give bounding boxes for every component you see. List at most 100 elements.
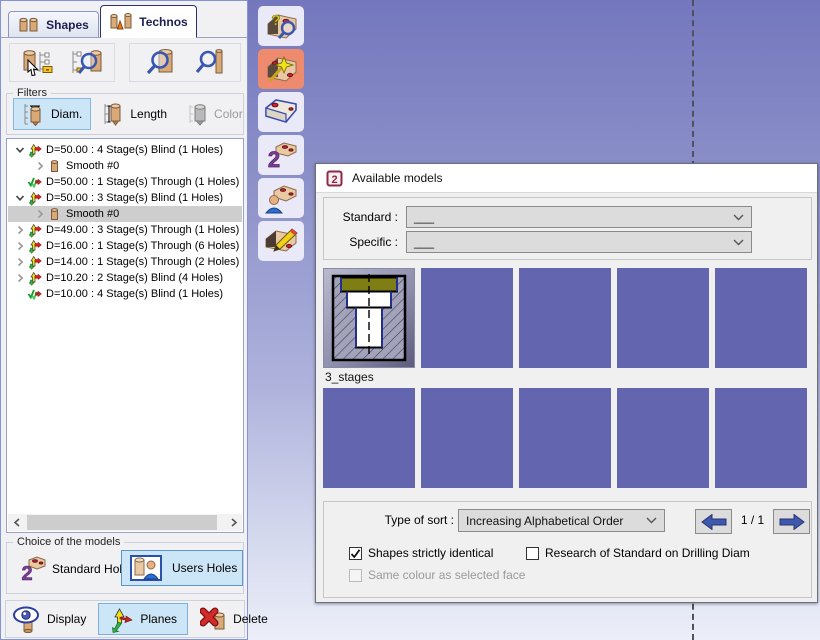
holes-tree: D=50.00 : 4 Stage(s) Blind (1 Holes) Smo…	[6, 138, 244, 533]
select-hole-button[interactable]	[16, 47, 58, 79]
shapes-identical-checkbox[interactable]: Shapes strictly identical	[349, 546, 493, 560]
tree-row[interactable]: Smooth #0	[8, 158, 242, 174]
tree-row-label: D=16.00 : 1 Stage(s) Through (6 Holes)	[44, 240, 239, 252]
standard-holes-button[interactable]: 2 Standard Holes	[13, 552, 139, 586]
actions-bar: Display Planes Delete	[5, 600, 245, 638]
chevron-down-icon	[646, 517, 657, 524]
model-cell-empty[interactable]	[617, 388, 709, 488]
standard-2-block-icon: 2	[262, 139, 300, 171]
hole-axis-icon	[27, 223, 44, 238]
filter-diameter-button[interactable]: Diam.	[13, 98, 91, 130]
color-filter-icon	[187, 102, 209, 126]
dialog-title-bar[interactable]: 2 Available models	[316, 164, 817, 193]
standard-models-button[interactable]: 2	[258, 135, 304, 175]
sort-label: Type of sort :	[324, 513, 454, 527]
tree-tools-group	[9, 43, 115, 82]
filter-diameter-label: Diam.	[51, 107, 82, 121]
arrow-left-icon	[701, 514, 727, 530]
hole-axis-icon	[27, 271, 44, 286]
svg-text:?: ?	[271, 12, 280, 29]
delete-button[interactable]: Delete	[194, 603, 274, 635]
display-button[interactable]: Display	[6, 603, 92, 635]
scroll-left-icon[interactable]	[8, 514, 25, 531]
open-face-icon	[262, 96, 300, 128]
3-stages-thumbnail	[324, 269, 414, 367]
chevron-collapsed-icon[interactable]	[32, 161, 47, 171]
magnifier-thin-cylinder-icon	[194, 48, 226, 78]
model-cell-empty[interactable]	[323, 388, 415, 488]
available-models-dialog: 2 Available models Standard : ___ Specif…	[315, 163, 818, 603]
model-cell-empty[interactable]	[715, 268, 807, 368]
tree-row[interactable]: D=49.00 : 3 Stage(s) Through (1 Holes)	[8, 222, 242, 238]
tree-horizontal-scrollbar[interactable]	[8, 514, 242, 531]
arrow-right-icon	[779, 514, 805, 530]
specific-combo-label: Specific :	[324, 235, 406, 249]
chevron-expanded-icon[interactable]	[12, 193, 27, 203]
magnify-shape-button[interactable]	[189, 47, 231, 79]
tree-row-selected[interactable]: Smooth #0	[8, 206, 242, 222]
standard-combo[interactable]: ___	[406, 206, 752, 228]
length-filter-icon	[103, 102, 125, 126]
checkbox-disabled-icon	[349, 569, 362, 582]
chevron-collapsed-icon[interactable]	[12, 273, 27, 283]
model-cell-empty[interactable]	[421, 388, 513, 488]
tab-shapes[interactable]: Shapes	[8, 11, 99, 38]
filter-length-button[interactable]: Length	[95, 98, 175, 130]
checkbox-checked-icon[interactable]	[349, 547, 362, 560]
tree-row-label: D=14.00 : 1 Stage(s) Through (2 Holes)	[44, 256, 239, 268]
scroll-track[interactable]	[25, 514, 225, 531]
previous-page-button[interactable]	[695, 509, 732, 534]
recognize-holes-button[interactable]	[258, 49, 304, 89]
model-cell-empty[interactable]	[519, 388, 611, 488]
scroll-right-icon[interactable]	[225, 514, 242, 531]
tree-row-label: D=10.20 : 2 Stage(s) Blind (4 Holes)	[44, 272, 223, 284]
tree-row[interactable]: D=14.00 : 1 Stage(s) Through (2 Holes)	[8, 254, 242, 270]
filter-length-label: Length	[130, 107, 167, 121]
specific-combo[interactable]: ___	[406, 231, 752, 253]
cylinder-cursor-icon	[20, 48, 54, 78]
tree-row-label: D=49.00 : 3 Stage(s) Through (1 Holes)	[44, 224, 239, 236]
chevron-collapsed-icon[interactable]	[12, 225, 27, 235]
search-tree-button[interactable]	[66, 47, 108, 79]
checkbox-unchecked-icon[interactable]	[526, 547, 539, 560]
tree-row-label: Smooth #0	[64, 160, 119, 172]
chevron-collapsed-icon[interactable]	[12, 257, 27, 267]
tree-row[interactable]: D=50.00 : 4 Stage(s) Blind (1 Holes)	[8, 142, 242, 158]
research-standard-label: Research of Standard on Drilling Diam	[545, 546, 750, 560]
scroll-thumb[interactable]	[27, 515, 217, 530]
page-indicator: 1 / 1	[732, 513, 773, 527]
pencil-block-icon	[262, 225, 300, 257]
model-cell-3-stages[interactable]	[323, 268, 415, 368]
query-holes-button[interactable]: ?	[258, 6, 304, 46]
user-models-button[interactable]	[258, 178, 304, 218]
tree-row[interactable]: D=50.00 : 3 Stage(s) Blind (1 Holes)	[8, 190, 242, 206]
filter-color-button[interactable]: Color	[179, 98, 251, 130]
tree-row[interactable]: D=16.00 : 1 Stage(s) Through (6 Holes)	[8, 238, 242, 254]
model-cell-empty[interactable]	[617, 268, 709, 368]
next-page-button[interactable]	[773, 509, 810, 534]
model-cell-label: 3_stages	[325, 370, 374, 384]
model-cell-empty[interactable]	[519, 268, 611, 368]
face-selection-button[interactable]	[258, 92, 304, 132]
model-cell-empty[interactable]	[715, 388, 807, 488]
hole-through-icon	[27, 175, 44, 190]
model-cell-empty[interactable]	[421, 268, 513, 368]
chevron-collapsed-icon[interactable]	[12, 241, 27, 251]
tab-bar: Shapes Technos	[1, 1, 247, 38]
magnify-hole-button[interactable]	[139, 47, 181, 79]
edit-model-button[interactable]	[258, 221, 304, 261]
tab-shapes-label: Shapes	[46, 18, 89, 32]
tree-row-label: Smooth #0	[64, 208, 119, 220]
tree-row[interactable]: D=10.00 : 4 Stage(s) Blind (1 Holes)	[8, 286, 242, 302]
diameter-filter-icon	[22, 102, 46, 126]
tree-row[interactable]: D=50.00 : 1 Stage(s) Through (1 Holes)	[8, 174, 242, 190]
chevron-expanded-icon[interactable]	[12, 145, 27, 155]
research-standard-checkbox[interactable]: Research of Standard on Drilling Diam	[526, 546, 750, 560]
shapes-identical-label: Shapes strictly identical	[368, 546, 493, 560]
tab-technos[interactable]: Technos	[100, 5, 197, 38]
chevron-collapsed-icon[interactable]	[32, 209, 47, 219]
planes-button[interactable]: Planes	[98, 603, 188, 635]
tree-row[interactable]: D=10.20 : 2 Stage(s) Blind (4 Holes)	[8, 270, 242, 286]
sort-combo[interactable]: Increasing Alphabetical Order	[458, 509, 665, 532]
users-holes-button[interactable]: Users Holes	[121, 550, 243, 586]
